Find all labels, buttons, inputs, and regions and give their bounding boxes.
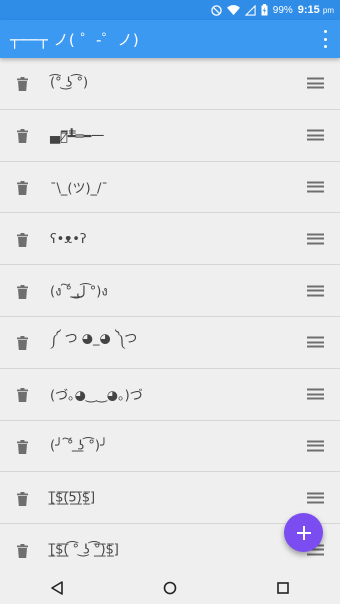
emoticon-text: (づ｡◕‿‿◕｡)づ (50, 388, 143, 404)
emoticon-text: ¯\_(ツ)_/¯ (50, 181, 108, 197)
emoticon-list: (͡° ͜ʖ ͡°) ▄︻̷̿┻̿═━一 ¯\_(ツ)_/¯ ʕ•ᴥ•ʔ (ง ͠° ͟… (0, 58, 340, 572)
app-bar: ┬──┬ ノ( ゜-゜ノ) (0, 20, 340, 58)
drag-handle-icon[interactable] (307, 336, 324, 348)
list-item[interactable]: (╯ ͠° ͟ʖ ͡°)╯ (0, 421, 340, 473)
add-button[interactable] (284, 513, 323, 552)
trash-icon[interactable] (17, 232, 28, 247)
list-item[interactable]: ༼ つ ◕_◕ ༽つ (0, 317, 340, 369)
back-icon[interactable] (49, 580, 65, 596)
trash-icon[interactable] (17, 543, 28, 558)
drag-handle-icon[interactable] (307, 388, 324, 400)
drag-handle-icon[interactable] (307, 181, 324, 193)
home-icon[interactable] (162, 580, 178, 596)
wifi-icon (226, 4, 240, 16)
trash-icon[interactable] (17, 128, 28, 144)
battery-percent: 99% (272, 4, 293, 16)
drag-handle-icon[interactable] (307, 285, 324, 297)
signal-icon (244, 4, 256, 16)
drag-handle-icon[interactable] (307, 77, 324, 89)
trash-icon[interactable] (17, 76, 28, 92)
clock-time: 9:15 (297, 4, 320, 16)
overflow-menu-icon[interactable] (322, 30, 328, 48)
status-bar: 99% 9:15 pm (0, 0, 340, 20)
battery-charging-icon (261, 4, 268, 16)
clock: 9:15 pm (298, 4, 334, 16)
emoticon-text: ʕ•ᴥ•ʔ (50, 231, 87, 247)
clock-suffix: pm (322, 6, 334, 15)
emoticon-text: (╯ ͠° ͟ʖ ͡°)╯ (50, 438, 108, 454)
app-title: ┬──┬ ノ( ゜-゜ノ) (10, 30, 140, 49)
trash-icon[interactable] (17, 180, 28, 195)
do-not-disturb-icon (211, 4, 222, 16)
list-item[interactable]: ▄︻̷̿┻̿═━一 (0, 110, 340, 162)
trash-icon[interactable] (17, 491, 28, 506)
list-item[interactable]: (͡° ͜ʖ ͡°) (0, 58, 340, 110)
list-item[interactable]: ¯\_(ツ)_/¯ (0, 162, 340, 214)
trash-icon[interactable] (17, 387, 28, 403)
list-item[interactable]: (づ｡◕‿‿◕｡)づ (0, 369, 340, 421)
emoticon-text: [̲̅$̲̅(̲̅5̲̅)̲̅$̲̅] (50, 490, 96, 506)
trash-icon[interactable] (17, 439, 28, 454)
plus-icon (296, 525, 311, 540)
list-item[interactable]: (ง ͠° ͟ل͜ ͡°)ง (0, 265, 340, 317)
drag-handle-icon[interactable] (307, 129, 324, 141)
emoticon-text: ▄︻̷̿┻̿═━一 (50, 129, 105, 145)
list-item[interactable]: ʕ•ᴥ•ʔ (0, 213, 340, 266)
recents-icon[interactable] (275, 580, 291, 596)
trash-icon[interactable] (17, 284, 28, 299)
emoticon-text: [̲̅$̲̅(̲̅ ͡° ͜ʖ ͡°̲̅)̲̅$̲̅] (50, 542, 119, 558)
emoticon-text: (͡° ͜ʖ ͡°) (50, 75, 89, 91)
list-item[interactable]: [̲̅$̲̅(̲̅5̲̅)̲̅$̲̅] (0, 472, 340, 525)
trash-icon[interactable] (17, 335, 28, 351)
drag-handle-icon[interactable] (307, 440, 324, 452)
drag-handle-icon[interactable] (307, 492, 324, 504)
emoticon-text: (ง ͠° ͟ل͜ ͡°)ง (50, 284, 108, 300)
drag-handle-icon[interactable] (307, 233, 324, 245)
emoticon-text: ༼ つ ◕_◕ ༽つ (50, 331, 138, 347)
navigation-bar (0, 572, 340, 604)
